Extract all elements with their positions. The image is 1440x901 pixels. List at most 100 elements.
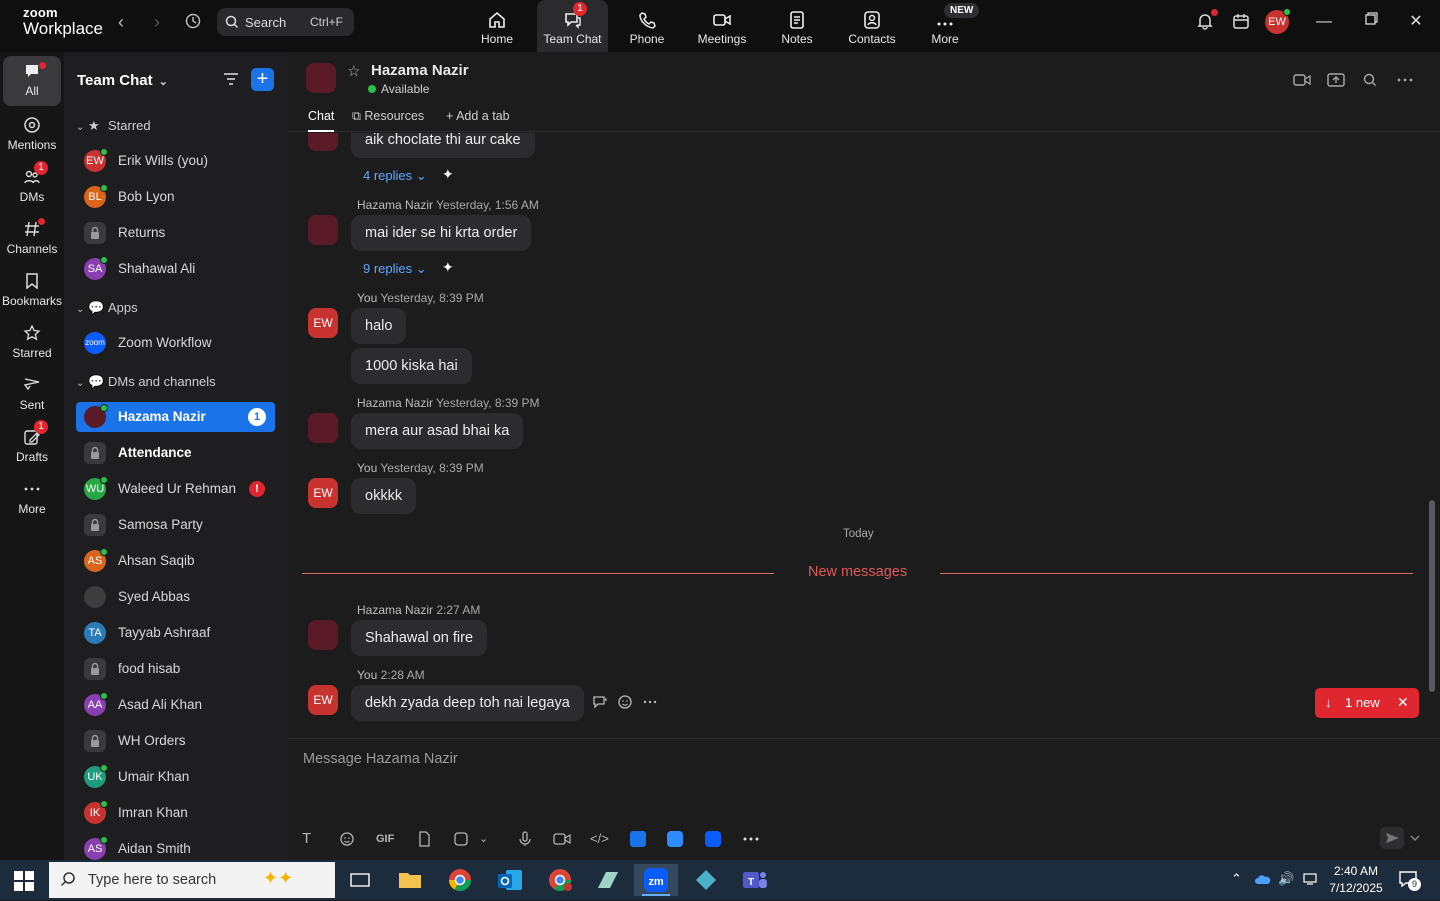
message-bubble[interactable]: halo	[351, 308, 407, 344]
nav-more[interactable]: NEW More	[908, 0, 982, 52]
file-attach-icon[interactable]	[416, 831, 432, 847]
send-button[interactable]	[1380, 827, 1420, 854]
sender-avatar[interactable]: EW	[308, 685, 338, 715]
section-dms-channels[interactable]: ⌄ 💬 DMs and channels	[76, 374, 216, 394]
replies-link[interactable]: 9 replies ⌄	[363, 261, 427, 277]
list-item[interactable]: AS Ahsan Saqib	[76, 546, 275, 576]
rail-channels[interactable]: Channels	[0, 214, 64, 264]
clock[interactable]: 2:40 AM 7/12/2025	[1328, 863, 1384, 897]
onedrive-cloud-icon[interactable]	[1254, 873, 1272, 885]
rail-drafts[interactable]: Drafts 1	[0, 420, 64, 472]
screenshot-icon[interactable]	[453, 831, 469, 847]
sender-avatar[interactable]: EW	[308, 478, 338, 508]
section-apps[interactable]: ⌄ 💬 Apps	[76, 300, 138, 320]
list-item[interactable]: UK Umair Khan	[76, 762, 275, 792]
task-view-icon[interactable]	[338, 864, 382, 896]
message-bubble[interactable]: 1000 kiska hai	[351, 348, 472, 384]
chrome-profile-icon[interactable]	[538, 864, 582, 896]
app-icon[interactable]	[586, 864, 630, 896]
list-item[interactable]: WH Orders	[76, 726, 275, 756]
outlook-icon[interactable]	[488, 864, 532, 896]
rail-starred[interactable]: Starred	[0, 318, 64, 368]
more-options-icon[interactable]	[1396, 72, 1414, 88]
code-block-icon[interactable]: </>	[590, 831, 609, 846]
list-item[interactable]: AA Asad Ali Khan	[76, 690, 275, 720]
file-explorer-icon[interactable]	[388, 864, 432, 896]
message-bubble[interactable]: dekh zyada deep toh nai legaya	[351, 685, 584, 721]
network-icon[interactable]	[1302, 872, 1318, 886]
list-item[interactable]: Syed Abbas	[76, 582, 275, 612]
rail-more[interactable]: More	[0, 474, 64, 524]
message-bubble[interactable]: Shahawal on fire	[351, 620, 488, 656]
nav-contacts[interactable]: Contacts	[835, 0, 909, 52]
list-item[interactable]: food hisab	[76, 654, 275, 684]
calendar-icon[interactable]	[1229, 12, 1253, 32]
show-hidden-icons-chevron-icon[interactable]: ⌃	[1231, 871, 1242, 887]
nav-team-chat[interactable]: 1 Team Chat	[537, 0, 608, 52]
search-bar[interactable]: Search Ctrl+F	[217, 8, 354, 36]
rail-bookmarks[interactable]: Bookmarks	[0, 266, 64, 316]
search-icon[interactable]	[1362, 72, 1378, 88]
chrome-icon[interactable]	[438, 864, 482, 896]
chevron-down-icon[interactable]: ⌄	[479, 832, 488, 845]
app-integration-icon[interactable]	[630, 831, 646, 847]
list-item[interactable]: Returns	[76, 218, 275, 248]
zoom-taskbar-icon[interactable]: zm	[634, 864, 678, 896]
ai-summary-sparkle-icon[interactable]: ✦	[442, 166, 454, 183]
list-item[interactable]: WU Waleed Ur Rehman!	[76, 474, 275, 504]
teams-icon[interactable]: T	[732, 864, 776, 896]
back-arrow-icon[interactable]: ‹	[111, 12, 131, 32]
add-reaction-icon[interactable]	[617, 694, 633, 710]
message-bubble[interactable]: mera aur asad bhai ka	[351, 413, 524, 449]
windows-start-icon[interactable]	[14, 871, 34, 891]
tab-chat[interactable]: Chat	[308, 109, 335, 132]
filter-icon[interactable]	[222, 70, 240, 88]
list-item[interactable]: IK Imran Khan	[76, 798, 275, 828]
history-icon[interactable]	[183, 12, 203, 32]
scrollbar[interactable]	[1428, 133, 1436, 723]
list-item[interactable]: TA Tayyab Ashraaf	[76, 618, 275, 648]
list-item[interactable]: Samosa Party	[76, 510, 275, 540]
list-item[interactable]: EW Erik Wills (you)	[76, 146, 275, 176]
list-item[interactable]: zoom Zoom Workflow	[76, 328, 275, 358]
nav-meetings[interactable]: Meetings	[685, 0, 759, 52]
video-message-icon[interactable]	[553, 831, 571, 847]
nav-phone[interactable]: Phone	[610, 0, 684, 52]
gif-button[interactable]: GIF	[376, 833, 394, 845]
close-window-button[interactable]: ✕	[1404, 12, 1428, 32]
emoji-icon[interactable]	[339, 831, 355, 847]
star-icon[interactable]: ☆	[347, 62, 360, 80]
share-screen-icon[interactable]	[1327, 72, 1345, 88]
section-starred[interactable]: ⌄ ★ Starred	[76, 118, 151, 138]
sender-avatar[interactable]	[308, 620, 338, 650]
contact-name[interactable]: Hazama Nazir	[371, 62, 469, 79]
scrollbar-thumb[interactable]	[1429, 500, 1435, 692]
nav-home[interactable]: Home	[460, 0, 534, 52]
nav-notes[interactable]: Notes	[760, 0, 834, 52]
app-integration-icon[interactable]	[667, 831, 683, 847]
taskbar-search[interactable]: Type here to search ✦✦	[49, 862, 335, 898]
volume-icon[interactable]: 🔊	[1278, 871, 1294, 887]
contact-avatar[interactable]	[306, 63, 336, 93]
close-icon[interactable]: ✕	[1397, 694, 1409, 711]
message-composer[interactable]: Message Hazama Nazir T GIF ⌄ </>	[288, 738, 1440, 860]
sidebar-title[interactable]: Team Chat ⌄	[77, 72, 168, 89]
app-icon[interactable]	[684, 864, 728, 896]
more-tools-icon[interactable]	[742, 833, 760, 845]
sender-avatar[interactable]: EW	[308, 308, 338, 338]
notification-center-icon[interactable]: 9	[1398, 869, 1421, 892]
rail-sent[interactable]: Sent	[0, 370, 64, 420]
list-item[interactable]: AS Aidan Smith	[76, 834, 275, 860]
app-integration-icon[interactable]	[705, 831, 721, 847]
message-bubble[interactable]: okkkk	[351, 478, 417, 514]
jump-to-new-button[interactable]: ↓ 1 new ✕	[1315, 688, 1419, 718]
sender-avatar[interactable]	[308, 133, 338, 151]
forward-arrow-icon[interactable]: ›	[147, 12, 167, 32]
tab-resources[interactable]: ⧉ Resources	[352, 109, 424, 124]
microphone-icon[interactable]	[517, 831, 533, 847]
ai-summary-sparkle-icon[interactable]: ✦	[442, 259, 454, 276]
list-item[interactable]: SA Shahawal Ali	[76, 254, 275, 284]
replies-link[interactable]: 4 replies ⌄	[363, 168, 427, 184]
sender-avatar[interactable]	[308, 215, 338, 245]
minimize-button[interactable]: —	[1312, 12, 1336, 32]
